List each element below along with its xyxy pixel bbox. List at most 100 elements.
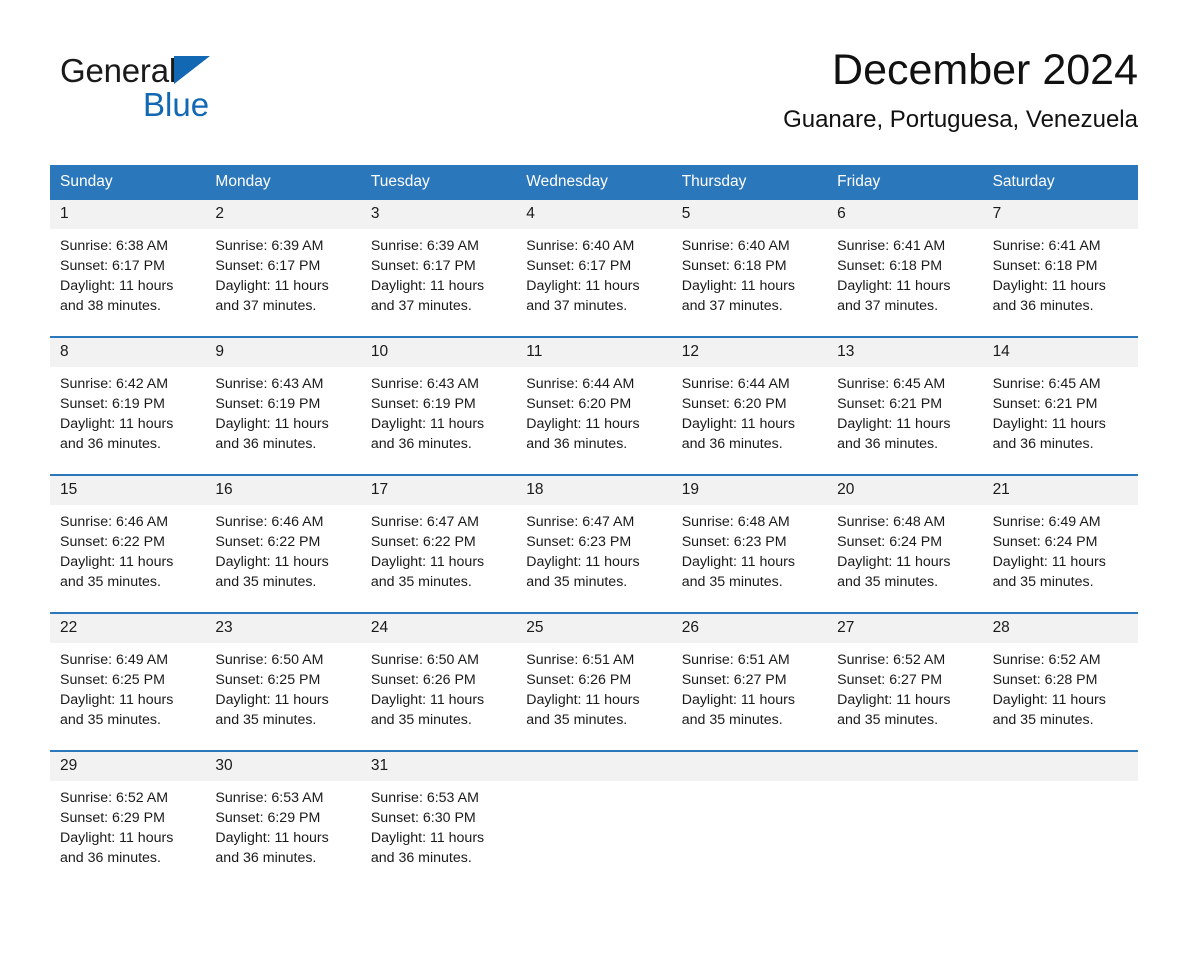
day-cell[interactable]: 21 Sunrise: 6:49 AM Sunset: 6:24 PM Dayligh… [982, 475, 1138, 592]
day-cell[interactable]: 23 Sunrise: 6:50 AM Sunset: 6:25 PM Dayligh… [205, 613, 361, 730]
sunset-text: Sunset: 6:22 PM [60, 533, 165, 550]
daylight-text: Daylight: 11 hours and 35 minutes. [215, 553, 329, 590]
day-info: Sunrise: 6:53 AM Sunset: 6:29 PM Daylight:… [205, 781, 360, 868]
day-cell[interactable]: 2 Sunrise: 6:39 AM Sunset: 6:17 PM Daylight… [205, 199, 361, 316]
day-cell[interactable]: 25 Sunrise: 6:51 AM Sunset: 6:26 PM Dayligh… [516, 613, 672, 730]
sunrise-text: Sunrise: 6:50 AM [215, 651, 324, 668]
calendar-page: General Blue December 2024 Guanare, Port… [0, 47, 1188, 966]
daylight-text: Daylight: 11 hours and 36 minutes. [992, 415, 1106, 452]
daylight-text: Daylight: 11 hours and 36 minutes. [60, 415, 174, 452]
day-cell[interactable]: 27 Sunrise: 6:52 AM Sunset: 6:27 PM Dayligh… [827, 613, 983, 730]
day-cell[interactable]: 18 Sunrise: 6:47 AM Sunset: 6:23 PM Dayligh… [516, 475, 672, 592]
day-info: Sunrise: 6:42 AM Sunset: 6:19 PM Daylight:… [50, 367, 205, 454]
sunset-text: Sunset: 6:27 PM [837, 671, 943, 688]
day-cell[interactable]: 16 Sunrise: 6:46 AM Sunset: 6:22 PM Dayligh… [205, 475, 361, 592]
day-info: Sunrise: 6:40 AM Sunset: 6:18 PM Daylight:… [672, 229, 827, 316]
sunset-text: Sunset: 6:25 PM [60, 671, 165, 688]
day-number: 15 [50, 475, 206, 505]
sunrise-text: Sunrise: 6:46 AM [60, 513, 169, 530]
day-cell[interactable]: 11 Sunrise: 6:44 AM Sunset: 6:20 PM Dayligh… [516, 337, 672, 454]
day-cell[interactable]: 7 Sunrise: 6:41 AM Sunset: 6:18 PM Daylight… [982, 199, 1138, 316]
sunrise-text: Sunrise: 6:52 AM [992, 651, 1101, 668]
sunset-text: Sunset: 6:18 PM [837, 257, 943, 274]
day-number: 3 [360, 199, 517, 229]
day-cell[interactable]: 6 Sunrise: 6:41 AM Sunset: 6:18 PM Daylight… [827, 199, 983, 316]
day-cell[interactable]: 5 Sunrise: 6:40 AM Sunset: 6:18 PM Daylight… [671, 199, 828, 316]
sunrise-text: Sunrise: 6:44 AM [526, 375, 635, 392]
day-cell[interactable]: 31 Sunrise: 6:53 AM Sunset: 6:30 PM Dayligh… [360, 751, 517, 868]
day-number: 21 [982, 475, 1138, 505]
day-cell[interactable]: 13 Sunrise: 6:45 AM Sunset: 6:21 PM Dayligh… [827, 337, 983, 454]
day-info: Sunrise: 6:52 AM Sunset: 6:28 PM Daylight:… [983, 643, 1138, 730]
sunrise-text: Sunrise: 6:48 AM [837, 513, 946, 530]
day-number [827, 751, 983, 781]
day-cell[interactable]: 26 Sunrise: 6:51 AM Sunset: 6:27 PM Dayligh… [671, 613, 828, 730]
day-number: 17 [360, 475, 517, 505]
sunrise-text: Sunrise: 6:48 AM [681, 513, 790, 530]
day-cell[interactable]: 22 Sunrise: 6:49 AM Sunset: 6:25 PM Dayligh… [50, 613, 206, 730]
day-info: Sunrise: 6:50 AM Sunset: 6:25 PM Daylight:… [205, 643, 360, 730]
day-number: 7 [982, 199, 1138, 229]
day-number: 27 [827, 613, 983, 643]
day-number: 31 [360, 751, 517, 781]
day-number: 10 [360, 337, 517, 367]
sunset-text: Sunset: 6:19 PM [215, 395, 321, 412]
day-cell-empty [982, 751, 1138, 868]
sunrise-text: Sunrise: 6:40 AM [526, 237, 635, 254]
sunset-text: Sunset: 6:26 PM [370, 671, 476, 688]
day-cell[interactable]: 9 Sunrise: 6:43 AM Sunset: 6:19 PM Daylight… [205, 337, 361, 454]
sunset-text: Sunset: 6:23 PM [681, 533, 787, 550]
day-cell[interactable]: 14 Sunrise: 6:45 AM Sunset: 6:21 PM Dayligh… [982, 337, 1138, 454]
sunrise-text: Sunrise: 6:45 AM [992, 375, 1101, 392]
sunset-text: Sunset: 6:20 PM [681, 395, 787, 412]
day-info: Sunrise: 6:39 AM Sunset: 6:17 PM Daylight:… [361, 229, 516, 316]
day-info: Sunrise: 6:52 AM Sunset: 6:27 PM Daylight:… [827, 643, 982, 730]
daylight-text: Daylight: 11 hours and 36 minutes. [370, 415, 485, 452]
day-number: 26 [671, 613, 828, 643]
day-number: 20 [827, 475, 983, 505]
day-cell[interactable]: 24 Sunrise: 6:50 AM Sunset: 6:26 PM Dayligh… [360, 613, 517, 730]
day-cell[interactable]: 19 Sunrise: 6:48 AM Sunset: 6:23 PM Dayligh… [671, 475, 828, 592]
daylight-text: Daylight: 11 hours and 36 minutes. [526, 415, 640, 452]
triangle-icon [174, 56, 211, 84]
day-number: 6 [827, 199, 983, 229]
day-cell[interactable]: 12 Sunrise: 6:44 AM Sunset: 6:20 PM Dayligh… [671, 337, 828, 454]
weekday-header-row: Sunday Monday Tuesday Wednesday Thursday… [50, 165, 1138, 200]
sunset-text: Sunset: 6:30 PM [370, 809, 476, 826]
day-info: Sunrise: 6:40 AM Sunset: 6:17 PM Daylight:… [516, 229, 671, 316]
sunrise-text: Sunrise: 6:47 AM [370, 513, 479, 530]
day-cell[interactable]: 29 Sunrise: 6:52 AM Sunset: 6:29 PM Dayligh… [50, 751, 206, 868]
day-cell[interactable]: 30 Sunrise: 6:53 AM Sunset: 6:29 PM Dayligh… [205, 751, 361, 868]
day-info: Sunrise: 6:51 AM Sunset: 6:26 PM Daylight:… [516, 643, 671, 730]
generalblue-logo[interactable]: General Blue [60, 54, 320, 134]
day-info: Sunrise: 6:41 AM Sunset: 6:18 PM Daylight:… [827, 229, 982, 316]
day-number: 23 [205, 613, 361, 643]
day-cell[interactable]: 10 Sunrise: 6:43 AM Sunset: 6:19 PM Dayligh… [360, 337, 517, 454]
day-cell[interactable]: 28 Sunrise: 6:52 AM Sunset: 6:28 PM Dayligh… [982, 613, 1138, 730]
day-number: 16 [205, 475, 361, 505]
day-cell[interactable]: 4 Sunrise: 6:40 AM Sunset: 6:17 PM Daylight… [516, 199, 672, 316]
daylight-text: Daylight: 11 hours and 36 minutes. [837, 415, 951, 452]
day-info: Sunrise: 6:44 AM Sunset: 6:20 PM Daylight:… [672, 367, 827, 454]
sunset-text: Sunset: 6:18 PM [681, 257, 787, 274]
day-cell[interactable]: 15 Sunrise: 6:46 AM Sunset: 6:22 PM Dayligh… [50, 475, 206, 592]
sunrise-text: Sunrise: 6:47 AM [526, 513, 635, 530]
day-cell[interactable]: 20 Sunrise: 6:48 AM Sunset: 6:24 PM Dayligh… [827, 475, 983, 592]
daylight-text: Daylight: 11 hours and 35 minutes. [60, 553, 174, 590]
day-number: 12 [671, 337, 828, 367]
calendar-grid: Sunday Monday Tuesday Wednesday Thursday… [50, 165, 1138, 868]
daylight-text: Daylight: 11 hours and 35 minutes. [370, 553, 485, 590]
daylight-text: Daylight: 11 hours and 35 minutes. [526, 691, 640, 728]
day-cell[interactable]: 3 Sunrise: 6:39 AM Sunset: 6:17 PM Daylight… [360, 199, 517, 316]
daylight-text: Daylight: 11 hours and 35 minutes. [681, 691, 796, 728]
day-number: 18 [516, 475, 672, 505]
day-cell[interactable]: 8 Sunrise: 6:42 AM Sunset: 6:19 PM Daylight… [50, 337, 206, 454]
sunrise-text: Sunrise: 6:49 AM [992, 513, 1101, 530]
day-cell[interactable]: 1 Sunrise: 6:38 AM Sunset: 6:17 PM Daylight… [50, 199, 206, 316]
sunset-text: Sunset: 6:26 PM [526, 671, 632, 688]
day-number [671, 751, 828, 781]
day-cell[interactable]: 17 Sunrise: 6:47 AM Sunset: 6:22 PM Dayligh… [360, 475, 517, 592]
sunrise-text: Sunrise: 6:39 AM [370, 237, 479, 254]
daylight-text: Daylight: 11 hours and 37 minutes. [215, 277, 329, 314]
logo-text-general: General [60, 52, 177, 89]
